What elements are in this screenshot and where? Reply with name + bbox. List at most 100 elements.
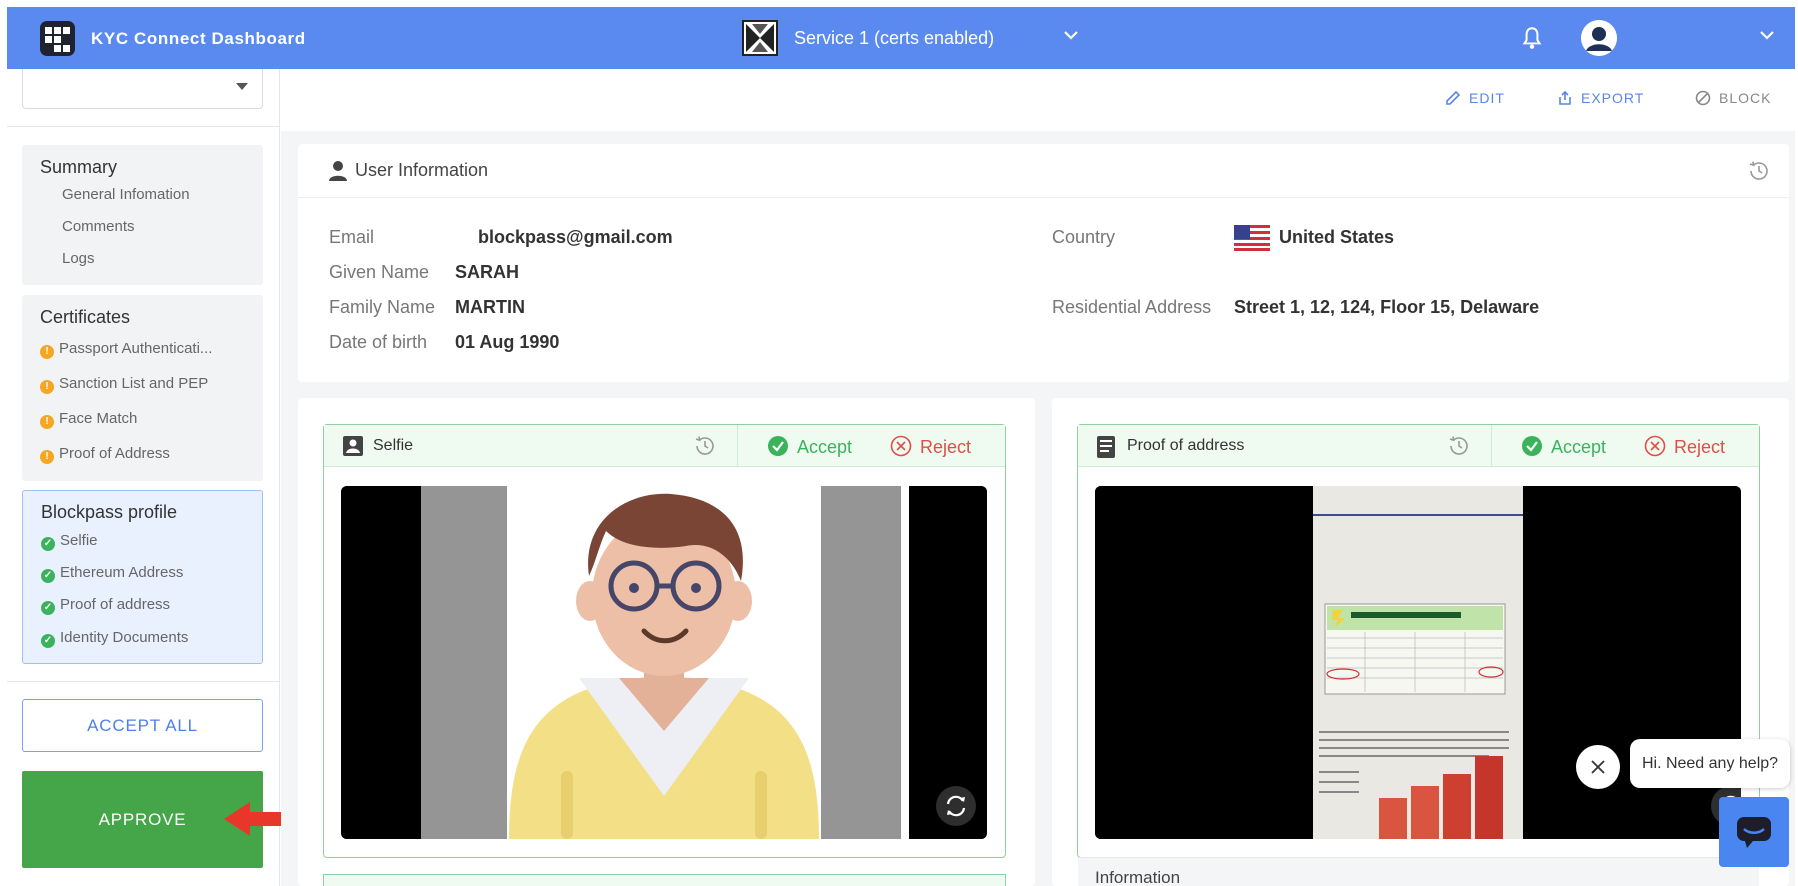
sidebar-item-comments[interactable]: Comments — [62, 218, 135, 235]
summary-panel: Summary General Infomation Comments Logs — [22, 145, 263, 285]
check-icon: ✓ — [41, 569, 55, 583]
export-button[interactable]: EXPORT — [1557, 90, 1644, 106]
sidebar: Summary General Infomation Comments Logs… — [7, 69, 280, 886]
toolbar: EDIT EXPORT BLOCK — [281, 69, 1795, 131]
user-avatar-icon[interactable] — [1581, 20, 1617, 56]
selfie-card: Selfie Accept Reject — [298, 398, 1035, 886]
sidebar-select[interactable] — [22, 69, 263, 109]
check-icon: ✓ — [41, 537, 55, 551]
next-document-box — [323, 874, 1006, 886]
address-label: Residential Address — [1052, 297, 1212, 317]
divider — [7, 126, 280, 127]
accept-all-button[interactable]: ACCEPT ALL — [22, 699, 263, 752]
certificate-item[interactable]: ! Sanction List and PEP — [40, 375, 208, 394]
chat-greeting[interactable]: Hi. Need any help? — [1630, 739, 1790, 788]
block-icon — [1695, 90, 1711, 106]
chevron-down-icon[interactable] — [1759, 27, 1775, 45]
sidebar-item-general-information[interactable]: General Infomation — [62, 186, 190, 203]
user-information-header: User Information — [298, 144, 1789, 198]
summary-title: Summary — [40, 157, 118, 177]
chat-button[interactable] — [1719, 797, 1789, 867]
user-icon — [329, 161, 347, 181]
pencil-icon — [1446, 90, 1461, 105]
dob-value: 01 Aug 1990 — [455, 332, 560, 352]
dob-label: Date of birth — [329, 332, 428, 352]
rotate-icon — [946, 795, 966, 817]
profile-item[interactable]: ✓ Selfie — [41, 532, 98, 551]
history-icon[interactable] — [1447, 434, 1471, 458]
information-section: Information — [1078, 857, 1759, 886]
selfie-title: Selfie — [373, 437, 414, 454]
profile-item[interactable]: ✓ Identity Documents — [41, 629, 188, 648]
history-icon[interactable] — [693, 434, 717, 458]
close-icon — [1591, 760, 1605, 774]
edit-button[interactable]: EDIT — [1445, 90, 1505, 106]
warning-icon: ! — [40, 450, 54, 464]
us-flag-icon — [1234, 225, 1270, 251]
sidebar-item-logs[interactable]: Logs — [62, 250, 95, 267]
bell-icon[interactable] — [1519, 25, 1545, 51]
divider — [737, 425, 738, 467]
certificates-title: Certificates — [40, 307, 131, 327]
divider — [1491, 425, 1492, 467]
rotate-button[interactable] — [936, 786, 976, 826]
certificate-item[interactable]: ! Face Match — [40, 410, 137, 429]
logo-icon[interactable] — [40, 21, 75, 56]
close-circle-icon — [890, 435, 912, 457]
check-icon: ✓ — [41, 601, 55, 615]
document-icon — [1097, 436, 1115, 458]
reject-button[interactable]: Reject — [890, 435, 971, 458]
profile-item[interactable]: ✓ Proof of address — [41, 596, 170, 615]
user-information-card: User Information Email blockpass@gmail.c… — [298, 144, 1789, 382]
dropdown-arrow-icon[interactable] — [236, 83, 248, 90]
blockpass-profile-title: Blockpass profile — [41, 502, 178, 522]
export-icon — [1559, 90, 1571, 105]
close-circle-icon — [1644, 435, 1666, 457]
check-circle-icon — [1522, 436, 1542, 456]
accept-button[interactable]: Accept — [767, 435, 852, 458]
chat-icon — [1737, 817, 1771, 848]
chevron-down-icon[interactable] — [1063, 27, 1079, 45]
history-icon[interactable] — [1747, 159, 1771, 183]
selfie-header: Selfie Accept Reject — [324, 425, 1005, 467]
family-name-value: MARTIN — [455, 297, 525, 317]
selfie-document: Selfie Accept Reject — [323, 424, 1006, 858]
warning-icon: ! — [40, 345, 54, 359]
main-content: EDIT EXPORT BLOCK User Information Email… — [281, 69, 1795, 886]
given-name-value: SARAH — [455, 262, 520, 282]
top-bar: KYC Connect Dashboard Service 1 (certs e… — [7, 7, 1795, 69]
user-information-title: User Information — [355, 160, 489, 180]
selfie-image — [341, 486, 987, 839]
certificate-item[interactable]: ! Proof of Address — [40, 445, 170, 464]
certificate-item[interactable]: ! Passport Authenticati... — [40, 340, 212, 359]
service-logo-icon[interactable] — [742, 20, 778, 56]
reject-button[interactable]: Reject — [1644, 435, 1725, 458]
block-button[interactable]: BLOCK — [1695, 90, 1771, 106]
portrait-icon — [343, 436, 363, 456]
proof-of-address-header: Proof of address Accept Reject — [1078, 425, 1759, 467]
chat-close-button[interactable] — [1576, 745, 1620, 789]
given-name-label: Given Name — [329, 262, 430, 282]
certificates-panel: Certificates ! Passport Authenticati... !… — [22, 295, 263, 481]
family-name-label: Family Name — [329, 297, 436, 317]
warning-icon: ! — [40, 380, 54, 394]
country-label: Country — [1052, 227, 1116, 247]
email-value: blockpass@gmail.com — [478, 227, 673, 247]
service-selector[interactable]: Service 1 (certs enabled) — [794, 28, 994, 49]
check-circle-icon — [768, 436, 788, 456]
proof-of-address-document: Proof of address Accept Reject Informati… — [1077, 424, 1760, 886]
selfie-illustration — [341, 486, 987, 839]
app-title: KYC Connect Dashboard — [91, 29, 306, 48]
email-label: Email — [329, 227, 375, 247]
information-label: Information — [1095, 868, 1181, 886]
country-value: United States — [1279, 227, 1395, 247]
divider — [7, 681, 280, 682]
address-value: Street 1, 12, 124, Floor 15, Delaware — [1234, 297, 1540, 317]
blockpass-profile-panel: Blockpass profile ✓ Selfie ✓ Ethereum Addr… — [22, 490, 263, 664]
proof-of-address-card: Proof of address Accept Reject Informati… — [1052, 398, 1789, 886]
warning-icon: ! — [40, 415, 54, 429]
check-icon: ✓ — [41, 634, 55, 648]
profile-item[interactable]: ✓ Ethereum Address — [41, 564, 183, 583]
proof-of-address-title: Proof of address — [1127, 437, 1245, 454]
accept-button[interactable]: Accept — [1521, 435, 1606, 458]
